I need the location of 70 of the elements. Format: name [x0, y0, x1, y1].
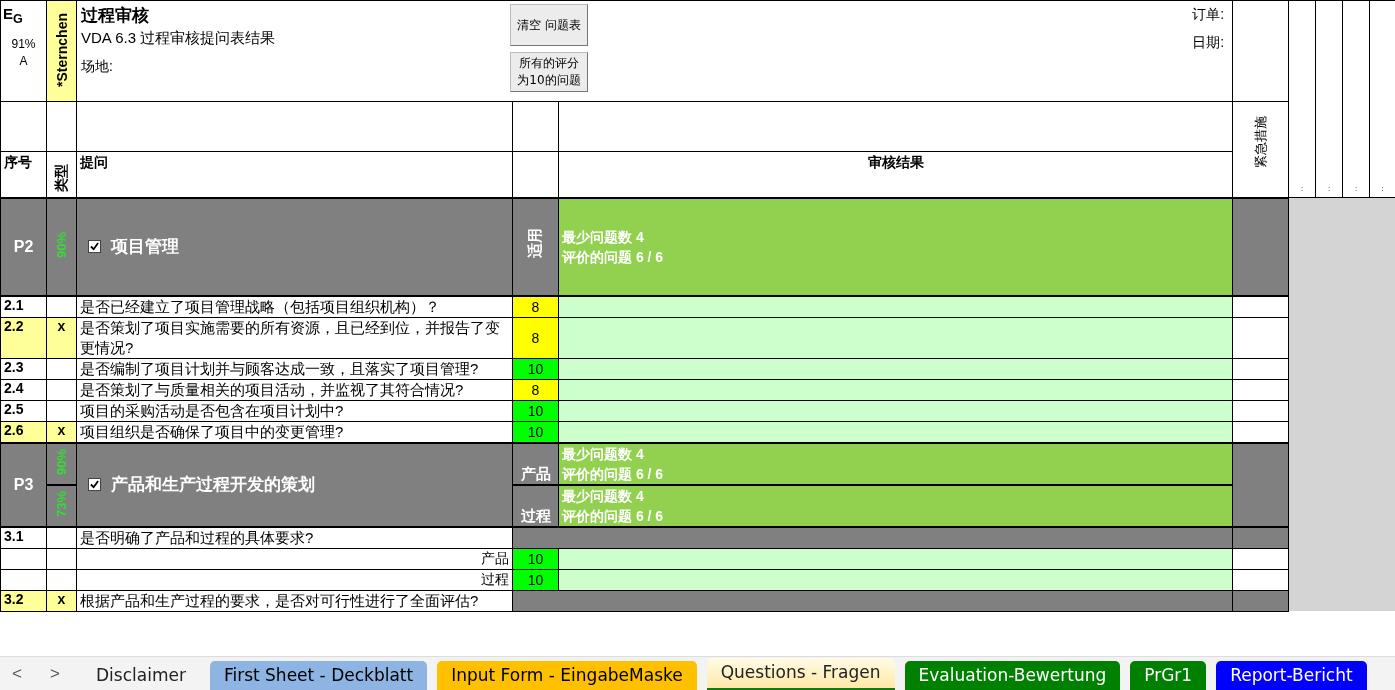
section-title: 项目管理 — [111, 236, 179, 258]
question-number: 2.1 — [0, 295, 47, 317]
question-text: 是否策划了与质量相关的项目活动，并监视了其符合情况? — [76, 379, 513, 400]
macro-button[interactable]: 清空 问题表 — [510, 4, 588, 46]
result-cell[interactable] — [558, 317, 1233, 358]
checkbox[interactable] — [88, 240, 101, 253]
sheet-tab[interactable]: Evaluation-Bewertung — [904, 661, 1121, 690]
report-title: 过程审核 — [81, 5, 150, 27]
grade-letter: A — [19, 53, 28, 70]
column-header: : — [1288, 0, 1316, 198]
question-number: 2.5 — [0, 400, 47, 421]
result-cell[interactable] — [558, 358, 1233, 379]
question-number: 2.4 — [0, 379, 47, 400]
result-cell[interactable] — [558, 379, 1233, 400]
macro-button[interactable]: 所有的评分为10的问题 — [510, 52, 588, 92]
question-text: 项目的采购活动是否包含在项目计划中? — [76, 400, 513, 421]
column-header: : — [1369, 0, 1395, 198]
score-cell[interactable]: 8 — [512, 317, 559, 358]
question-number: 3.1 — [0, 526, 47, 548]
question-text: 是否已经建立了项目管理战略（包括项目组织机构）？ — [76, 295, 513, 317]
site-label: 场地: — [81, 58, 114, 76]
result-summary: 最少问题数 4 评价的问题 6 / 6 — [558, 197, 1233, 296]
question-text: 是否策划了项目实施需要的所有资源，且已经到位，并报告了变更情况? — [76, 317, 513, 358]
sheet-tab[interactable]: Disclaimer — [82, 661, 200, 690]
result-cell[interactable] — [558, 548, 1233, 569]
result-cell[interactable] — [558, 421, 1233, 443]
sheet-tab[interactable]: Input Form - EingabeMaske — [437, 661, 697, 690]
rating-label: 适用 — [526, 227, 544, 258]
sheet-tab[interactable]: Questions - Fragen — [706, 658, 895, 690]
result-summary: 最少问题数 4 评价的问题 6 / 6 — [558, 442, 1233, 485]
score-label: 过程 — [76, 569, 513, 590]
section-percent: 90% — [54, 232, 69, 258]
report-subtitle: VDA 6.3 过程审核提问表结果 — [81, 29, 277, 48]
question-text: 是否明确了产品和过程的具体要求? — [76, 526, 513, 548]
date-label: 日期: — [1192, 34, 1224, 52]
scroll-arrow[interactable]: < — [0, 664, 34, 684]
checkbox[interactable] — [88, 478, 101, 491]
section-percent: 73% — [54, 491, 69, 517]
column-header: : — [1315, 0, 1343, 198]
section-percent: 90% — [54, 449, 69, 475]
type-mark: x — [57, 422, 66, 438]
column-header: 类型 — [52, 164, 70, 192]
result-cell[interactable] — [558, 400, 1233, 421]
question-text: 是否编制了项目计划并与顾客达成一致，且落实了项目管理? — [76, 358, 513, 379]
question-number: 3.2 — [0, 590, 47, 611]
grade-label: E$_{G}$ — [3, 5, 23, 26]
rating-label: 产品 — [520, 464, 551, 482]
sheet-tab[interactable]: First Sheet - Deckblatt — [209, 661, 428, 690]
result-summary: 最少问题数 4 评价的问题 6 / 6 — [558, 484, 1233, 527]
question-number: 2.2 — [0, 317, 47, 358]
result-cell[interactable] — [558, 569, 1233, 590]
sternchen-label: *Sternchen — [53, 12, 70, 87]
score-percent: 91% — [11, 36, 36, 53]
question-number: 2.3 — [0, 358, 47, 379]
question-number: 2.6 — [0, 421, 47, 443]
sheet-tab[interactable]: PrGr1 — [1130, 661, 1207, 690]
order-label: 订单: — [1192, 6, 1224, 24]
rating-label: 过程 — [520, 506, 551, 524]
result-cell[interactable] — [558, 295, 1233, 317]
column-header: : — [1342, 0, 1370, 198]
question-text: 根据产品和生产过程的要求，是否对可行性进行了全面评估? — [76, 590, 513, 611]
section-id: P3 — [0, 442, 47, 527]
type-mark: x — [57, 318, 66, 334]
score-label: 产品 — [76, 548, 513, 569]
section-id: P2 — [0, 197, 47, 296]
scroll-arrow[interactable]: > — [38, 664, 72, 684]
type-mark: x — [57, 591, 66, 607]
section-title: 产品和生产过程开发的策划 — [111, 474, 315, 496]
sheet-tab[interactable]: Report-Bericht — [1216, 661, 1367, 690]
column-header: 紧急措施 — [1251, 115, 1269, 168]
